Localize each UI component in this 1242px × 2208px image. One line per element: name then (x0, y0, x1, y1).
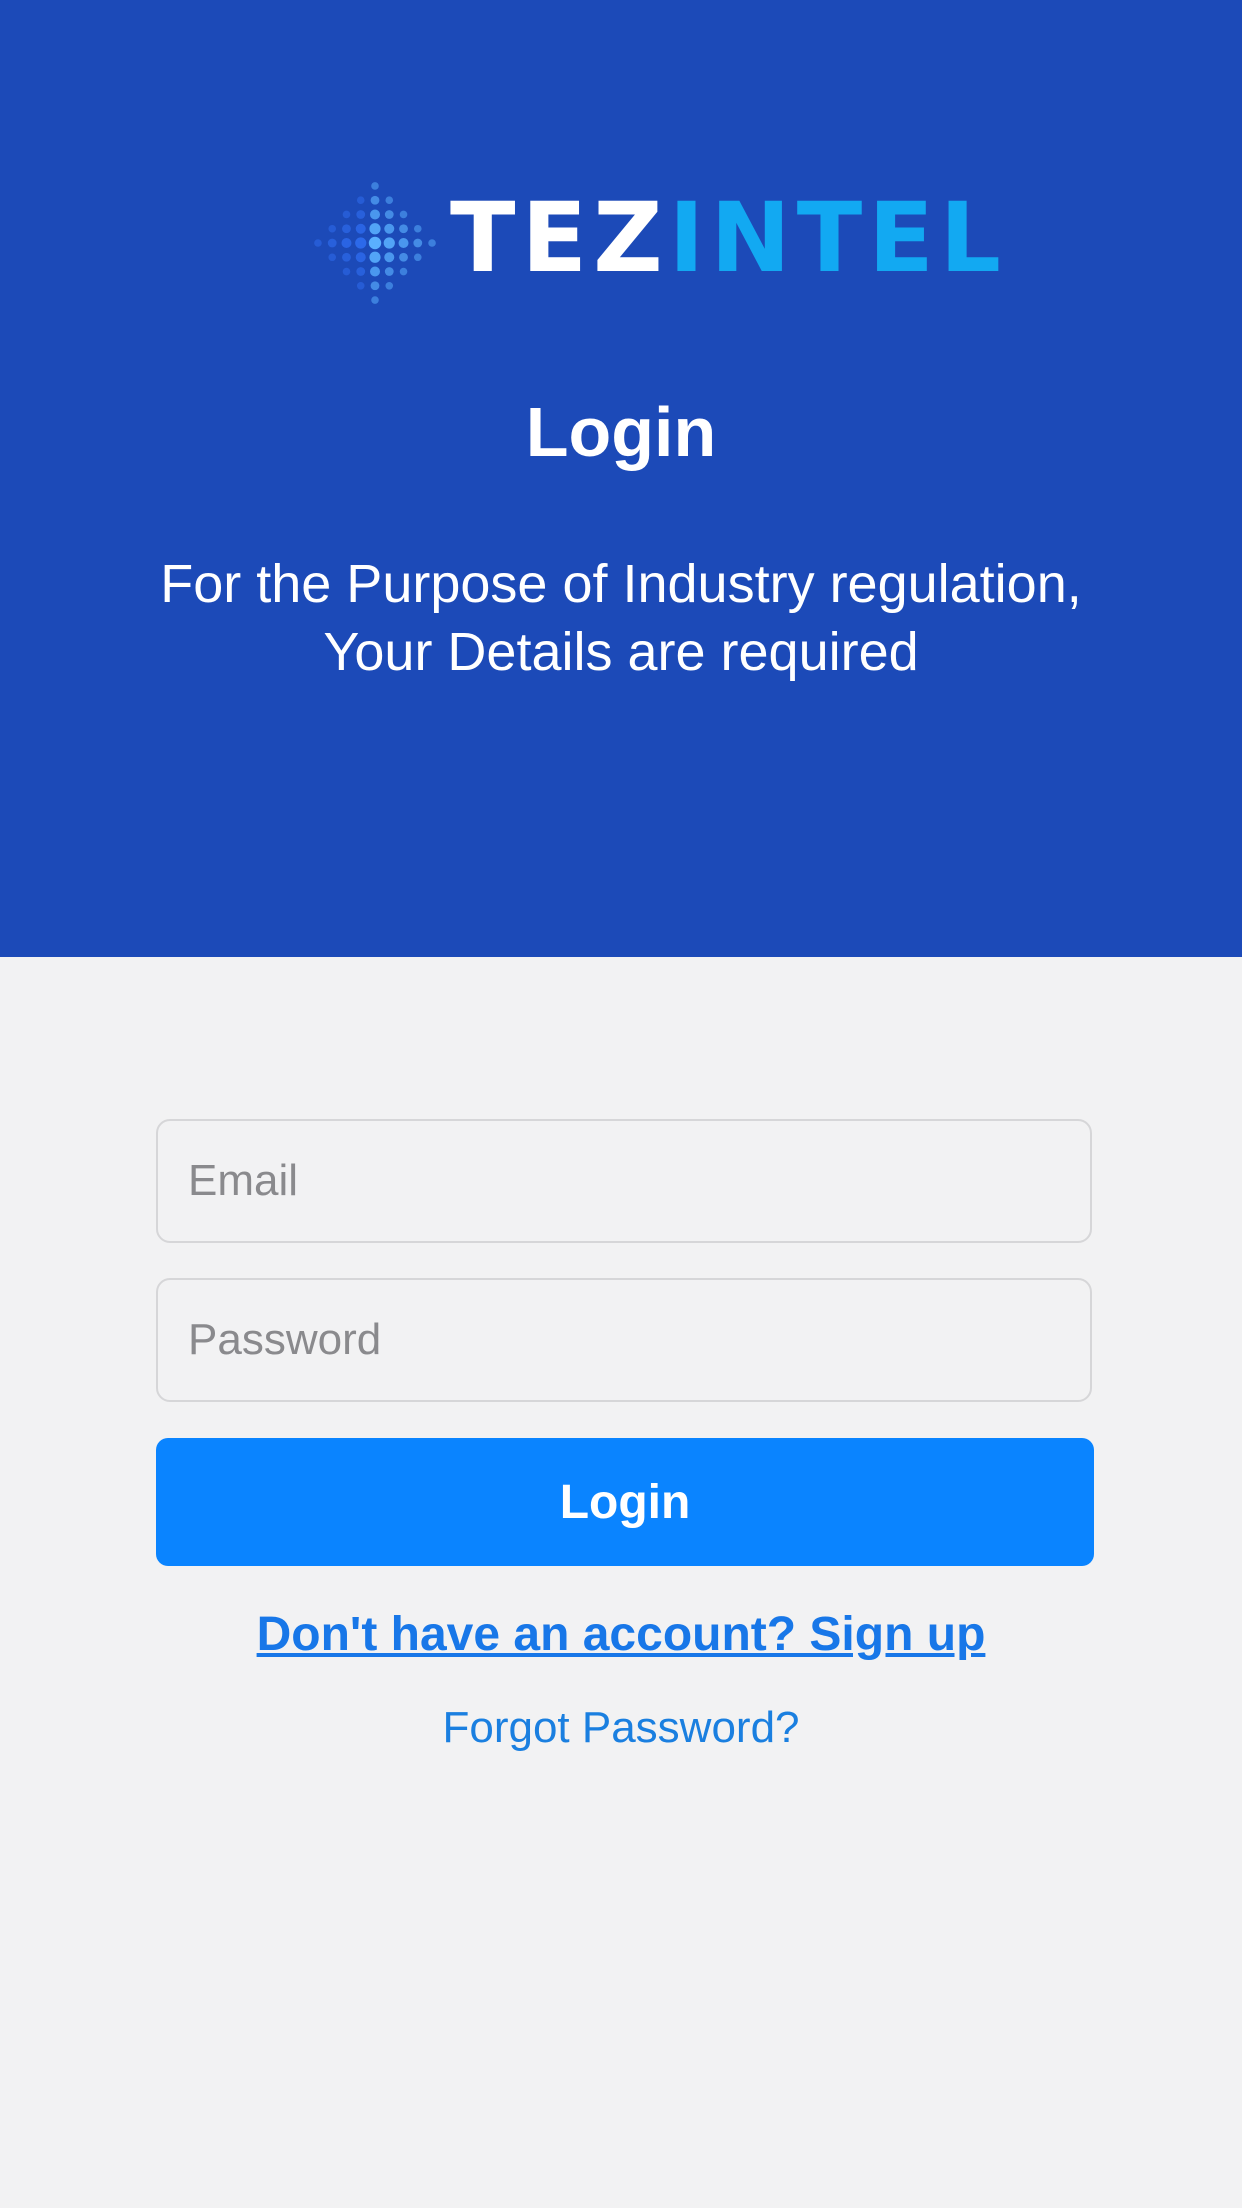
password-input[interactable] (158, 1280, 1090, 1400)
header-banner: TEZINTEL Login For the Purpose of Indust… (0, 0, 1242, 957)
diamond-dots-icon (314, 182, 436, 304)
logo-text-intel: INTEL (668, 182, 1007, 294)
subtitle-line-1: For the Purpose of Industry regulation, (160, 554, 1082, 614)
forgot-password-link[interactable]: Forgot Password? (0, 1700, 1242, 1756)
email-field[interactable] (156, 1119, 1092, 1243)
brand-logo: TEZINTEL (300, 168, 1001, 318)
logo-text-tez: TEZ (450, 182, 669, 294)
subtitle-line-2: Your Details are required (323, 622, 919, 682)
brand-logo-text: TEZINTEL (450, 190, 1007, 286)
email-input[interactable] (158, 1121, 1090, 1241)
signup-link[interactable]: Don't have an account? Sign up (0, 1605, 1242, 1665)
page-subtitle: For the Purpose of Industry regulation, … (60, 550, 1182, 686)
password-field[interactable] (156, 1278, 1092, 1402)
page-title: Login (525, 393, 717, 471)
login-button[interactable]: Login (156, 1438, 1094, 1566)
